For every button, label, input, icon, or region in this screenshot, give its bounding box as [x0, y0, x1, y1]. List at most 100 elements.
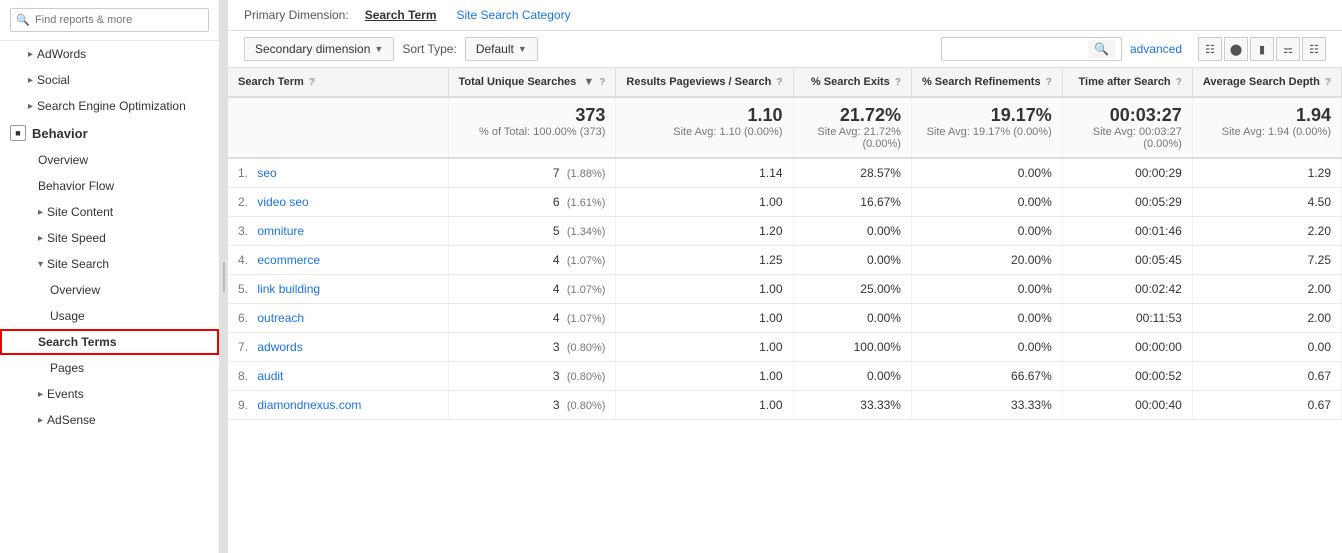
results-pv-cell: 1.00 — [616, 391, 793, 420]
searches-pct: (0.80%) — [567, 400, 606, 412]
table-search-input[interactable] — [948, 42, 1088, 56]
refinements-cell: 0.00% — [911, 333, 1062, 362]
comparison-view-icon[interactable]: ⚎ — [1276, 37, 1300, 61]
term-link[interactable]: video seo — [257, 195, 308, 209]
time-cell: 00:05:45 — [1062, 246, 1192, 275]
sidebar-item-site-search[interactable]: ▾ Site Search — [0, 251, 219, 277]
sidebar-item-adsense[interactable]: ▸ AdSense — [0, 407, 219, 433]
secondary-dimension-label: Secondary dimension — [255, 42, 370, 56]
help-icon[interactable]: ? — [1325, 77, 1331, 88]
sidebar-item-label: Pages — [50, 361, 84, 375]
searches-pct: (1.07%) — [567, 284, 606, 296]
total-searches: 373 — [459, 105, 606, 126]
searches-pct: (1.07%) — [567, 255, 606, 267]
help-icon[interactable]: ? — [1176, 77, 1182, 88]
sidebar-item-seo[interactable]: ▸ Search Engine Optimization — [0, 93, 219, 119]
sidebar-item-ss-pages[interactable]: Pages — [0, 355, 219, 381]
help-icon[interactable]: ? — [309, 77, 315, 88]
primary-dim-label: Primary Dimension: — [244, 8, 349, 22]
resize-handle[interactable] — [220, 0, 228, 553]
depth-cell: 0.00 — [1192, 333, 1341, 362]
sidebar-section-behavior[interactable]: ■ Behavior — [0, 119, 219, 147]
sidebar-item-label: AdWords — [37, 47, 86, 61]
summary-row: 373 % of Total: 100.00% (373) 1.10 Site … — [228, 97, 1342, 158]
bar-view-icon[interactable]: ▮ — [1250, 37, 1274, 61]
secondary-dimension-button[interactable]: Secondary dimension ▼ — [244, 37, 394, 61]
term-link[interactable]: outreach — [257, 311, 304, 325]
term-cell: 1. seo — [228, 158, 448, 188]
exits-cell: 0.00% — [793, 304, 911, 333]
sidebar-item-site-content[interactable]: ▸ Site Content — [0, 199, 219, 225]
sidebar-item-events[interactable]: ▸ Events — [0, 381, 219, 407]
table-search-button[interactable]: 🔍 — [1088, 40, 1115, 58]
pie-view-icon[interactable]: ⬤ — [1224, 37, 1248, 61]
term-link[interactable]: diamondnexus.com — [257, 398, 361, 412]
row-number: 9. — [238, 398, 248, 412]
arrow-icon: ▸ — [38, 207, 43, 218]
search-term-link[interactable]: Search Term — [365, 8, 437, 22]
term-link[interactable]: ecommerce — [257, 253, 320, 267]
table-row: 5. link building 4 (1.07%) 1.00 25.00% 0… — [228, 275, 1342, 304]
sidebar-item-label: Overview — [38, 153, 88, 167]
help-icon[interactable]: ? — [599, 77, 605, 88]
term-link[interactable]: adwords — [257, 340, 302, 354]
exits-cell: 0.00% — [793, 362, 911, 391]
arrow-icon: ▸ — [38, 233, 43, 244]
summary-results-pv: 1.10 — [626, 105, 782, 126]
pivot-view-icon[interactable]: ☷ — [1302, 37, 1326, 61]
time-cell: 00:00:40 — [1062, 391, 1192, 420]
term-link[interactable]: seo — [257, 166, 276, 180]
searches-pct: (1.07%) — [567, 313, 606, 325]
row-number: 4. — [238, 253, 248, 267]
summary-term-cell — [228, 97, 448, 158]
advanced-link[interactable]: advanced — [1130, 42, 1182, 56]
main-content: Primary Dimension: Search Term Site Sear… — [228, 0, 1342, 553]
term-cell: 8. audit — [228, 362, 448, 391]
searches-cell: 4 (1.07%) — [448, 275, 616, 304]
table-view-icon[interactable]: ☷ — [1198, 37, 1222, 61]
summary-time-cell: 00:03:27 Site Avg: 00:03:27 (0.00%) — [1062, 97, 1192, 158]
time-cell: 00:01:46 — [1062, 217, 1192, 246]
refinements-cell: 33.33% — [911, 391, 1062, 420]
exits-cell: 0.00% — [793, 217, 911, 246]
term-link[interactable]: omniture — [257, 224, 304, 238]
exits-cell: 25.00% — [793, 275, 911, 304]
searches-cell: 3 (0.80%) — [448, 333, 616, 362]
depth-cell: 4.50 — [1192, 188, 1341, 217]
sidebar: 🔍 ▸ AdWords ▸ Social ▸ Search Engine Opt… — [0, 0, 220, 553]
searches-pct: (0.80%) — [567, 342, 606, 354]
searches-pct: (1.61%) — [567, 197, 606, 209]
sidebar-item-ss-overview[interactable]: Overview — [0, 277, 219, 303]
time-cell: 00:00:00 — [1062, 333, 1192, 362]
help-icon[interactable]: ? — [1046, 77, 1052, 88]
summary-refinements-cell: 19.17% Site Avg: 19.17% (0.00%) — [911, 97, 1062, 158]
sidebar-item-overview[interactable]: Overview — [0, 147, 219, 173]
sort-icon[interactable]: ▼ — [583, 76, 594, 88]
depth-cell: 7.25 — [1192, 246, 1341, 275]
results-pv-cell: 1.00 — [616, 275, 793, 304]
term-link[interactable]: link building — [257, 282, 320, 296]
help-icon[interactable]: ? — [776, 77, 782, 88]
sort-default-button[interactable]: Default ▼ — [465, 37, 538, 61]
results-pv-cell: 1.00 — [616, 362, 793, 391]
summary-exits-avg: Site Avg: 21.72% (0.00%) — [804, 126, 901, 150]
sidebar-search-input[interactable] — [10, 8, 209, 32]
sidebar-item-site-speed[interactable]: ▸ Site Speed — [0, 225, 219, 251]
help-icon[interactable]: ? — [895, 77, 901, 88]
sidebar-item-label: Search Terms — [38, 335, 117, 349]
table-row: 2. video seo 6 (1.61%) 1.00 16.67% 0.00%… — [228, 188, 1342, 217]
summary-results-pv-avg: Site Avg: 1.10 (0.00%) — [626, 126, 782, 138]
term-link[interactable]: audit — [257, 369, 283, 383]
site-search-category-link[interactable]: Site Search Category — [457, 8, 571, 22]
sidebar-item-ss-usage[interactable]: Usage — [0, 303, 219, 329]
row-number: 7. — [238, 340, 248, 354]
table-row: 7. adwords 3 (0.80%) 1.00 100.00% 0.00% … — [228, 333, 1342, 362]
sidebar-item-social[interactable]: ▸ Social — [0, 67, 219, 93]
sidebar-item-label: AdSense — [47, 413, 96, 427]
sidebar-item-ss-search-terms[interactable]: Search Terms — [0, 329, 219, 355]
sidebar-item-behavior-flow[interactable]: Behavior Flow — [0, 173, 219, 199]
results-pv-cell: 1.00 — [616, 304, 793, 333]
searches-cell: 3 (0.80%) — [448, 362, 616, 391]
searches-cell: 5 (1.34%) — [448, 217, 616, 246]
sidebar-item-adwords[interactable]: ▸ AdWords — [0, 41, 219, 67]
